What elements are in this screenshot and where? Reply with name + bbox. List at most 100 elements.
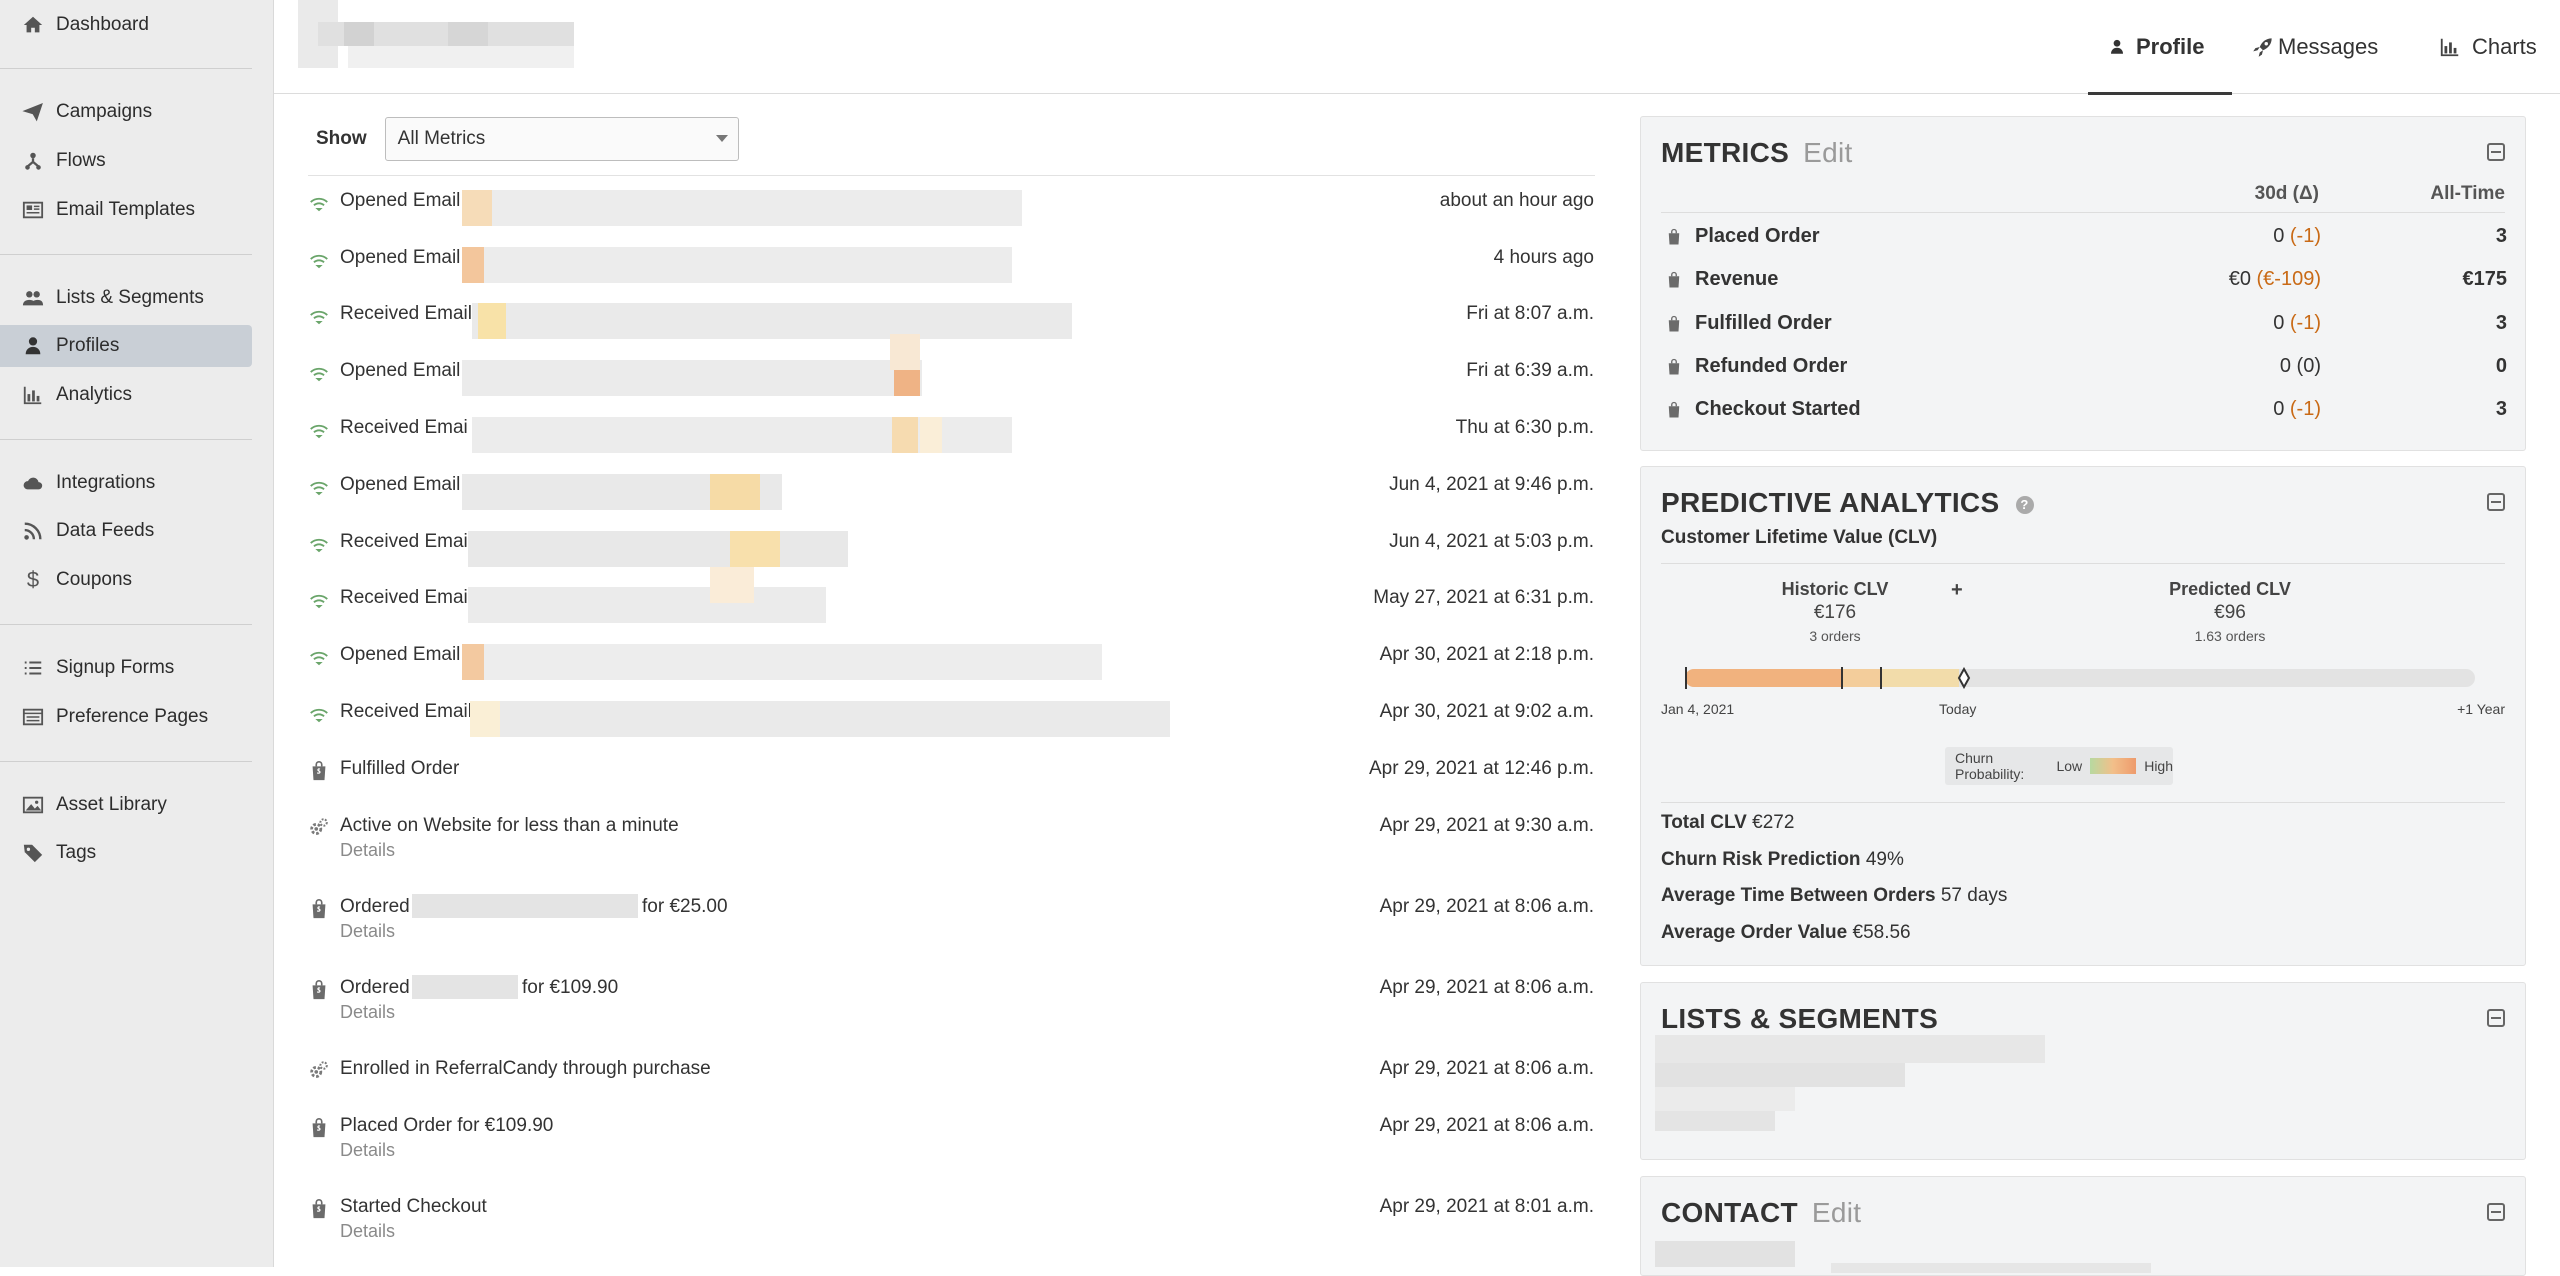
stat-value: 49% [1865,849,1904,870]
collapse-icon[interactable] [2487,143,2505,161]
contact-panel: CONTACT Edit [1640,1176,2526,1276]
tab-profile[interactable]: Profile [2087,0,2234,95]
email-subject-redacted [462,644,484,680]
sidebar-item-integrations[interactable]: Integrations [0,462,252,504]
lists-segments-panel: LISTS & SEGMENTS [1640,982,2526,1160]
event-details-link[interactable]: Details [340,1140,395,1161]
sidebar-item-label: Integrations [56,472,156,493]
metric-all-time: 0 [2495,355,2507,377]
sidebar-item-campaigns[interactable]: Campaigns [0,91,252,133]
paper-plane-icon [20,101,46,123]
event-details-link[interactable]: Details [340,1221,395,1242]
email-subject-redacted [890,334,920,370]
product-name-redacted [412,975,518,999]
metric-30d-delta: (0) [2296,355,2321,377]
metrics-edit-link[interactable]: Edit [1803,137,1852,168]
sidebar-item-asset-library[interactable]: Asset Library [0,784,252,826]
divider [308,175,1595,176]
email-subject-redacted [470,701,1170,737]
stat-label: Churn Risk Prediction [1661,849,1861,870]
collapse-icon[interactable] [2487,493,2505,511]
sidebar-item-preference-pages[interactable]: Preference Pages [0,696,252,738]
metric-name: Fulfilled Order [1695,312,1832,334]
divider [1661,212,2505,213]
metric-row[interactable]: Checkout Started 0 (-1) 3 [1661,390,2507,430]
collapse-icon[interactable] [2487,1203,2505,1221]
contact-edit-link[interactable]: Edit [1812,1197,1861,1228]
email-subject-redacted [462,644,1102,680]
contact-title: CONTACT [1661,1197,1798,1228]
clv-subtitle: Customer Lifetime Value (CLV) [1661,527,1938,548]
sidebar-item-signup-forms[interactable]: Signup Forms [0,647,252,689]
bar-chart-icon [20,384,46,406]
event-details-link[interactable]: Details [340,1002,395,1023]
help-icon[interactable]: ? [2015,495,2034,514]
predicted-clv-label: Predicted CLV [2169,579,2291,599]
email-received-icon [308,419,330,441]
tab-messages[interactable]: Messages [2250,0,2378,94]
sidebar-item-profiles[interactable]: Profiles [0,325,252,367]
event-details-link[interactable]: Details [340,921,395,942]
collapse-icon[interactable] [2487,1009,2505,1027]
event-title: Received Email [340,303,472,324]
event-details-link[interactable]: Details [340,840,395,861]
profile-name-redacted [298,0,574,68]
metric-row[interactable]: Fulfilled Order 0 (-1) 3 [1661,304,2507,344]
shopify-icon [1665,400,1683,420]
timeline-historic-segment [1841,669,1881,687]
metric-row[interactable]: Placed Order 0 (-1) 3 [1661,217,2507,257]
metric-filter-select[interactable]: All Metrics [384,117,739,161]
metric-30d: 0 (-1) [2273,225,2321,248]
metric-row[interactable]: Revenue €0 (€-109) €175 [1661,260,2507,300]
metric-30d: 0 (0) [2280,355,2321,378]
email-subject-redacted [462,190,492,226]
timeline-start-label: Jan 4, 2021 [1661,701,1735,717]
metrics-title: METRICS [1661,137,1790,168]
event-timestamp: Jun 4, 2021 at 5:03 p.m. [1389,531,1594,552]
email-received-icon [308,703,330,725]
sidebar-item-flows[interactable]: Flows [0,140,252,182]
event-timestamp: Jun 4, 2021 at 9:46 p.m. [1389,474,1594,495]
event-timestamp: May 27, 2021 at 6:31 p.m. [1373,587,1594,608]
churn-low-label: Low [2056,758,2083,774]
shopify-icon [1665,314,1683,334]
shopify-icon [308,1117,330,1139]
event-title: Received Email [340,531,472,552]
event-title: Opened Email [340,190,461,211]
sidebar-item-lists-segments[interactable]: Lists & Segments [0,277,252,319]
shopify-icon [1665,270,1683,290]
metric-row[interactable]: Refunded Order 0 (0) 0 [1661,347,2507,387]
clv-timeline [1685,666,2475,690]
sidebar-item-label: Profiles [56,335,120,356]
sidebar-item-label: Flows [56,150,106,171]
event-title: Started Checkout [340,1196,487,1217]
activity-feed: Show All Metrics Opened Email about an ho… [298,94,1598,1267]
metric-30d-value: 0 [2273,225,2285,247]
metric-name: Revenue [1695,268,1779,290]
timeline-end-label: +1 Year [2457,701,2505,717]
tab-charts[interactable]: Charts [2438,0,2537,94]
metric-30d: €0 (€-109) [2229,268,2321,291]
sidebar-item-dashboard[interactable]: Dashboard [0,4,252,46]
sidebar-item-email-templates[interactable]: Email Templates [0,189,252,231]
flows-icon [20,150,46,172]
sidebar-item-label: Preference Pages [56,706,209,727]
historic-clv-value: €176 [1813,602,1857,623]
panel-title: CONTACT Edit [1661,1197,1861,1229]
event-timestamp: Fri at 6:39 a.m. [1466,360,1594,381]
email-subject-redacted [470,701,500,737]
sidebar-item-data-feeds[interactable]: Data Feeds [0,510,252,552]
sidebar: Dashboard Campaigns Flows Email Template… [0,0,274,1267]
sidebar-item-coupons[interactable]: $ Coupons [0,559,252,601]
metric-name: Placed Order [1695,225,1820,247]
order-marker [1685,667,1687,689]
metric-30d-value: 0 [2279,355,2291,377]
panel-title: METRICS Edit [1661,137,1853,169]
email-opened-icon [308,476,330,498]
home-icon [20,14,46,36]
sidebar-item-tags[interactable]: Tags [0,832,252,874]
churn-gradient [2090,758,2137,774]
sidebar-item-analytics[interactable]: Analytics [0,374,252,416]
event-title: Opened Email [340,474,461,495]
historic-clv-label: Historic CLV [1781,579,1889,599]
